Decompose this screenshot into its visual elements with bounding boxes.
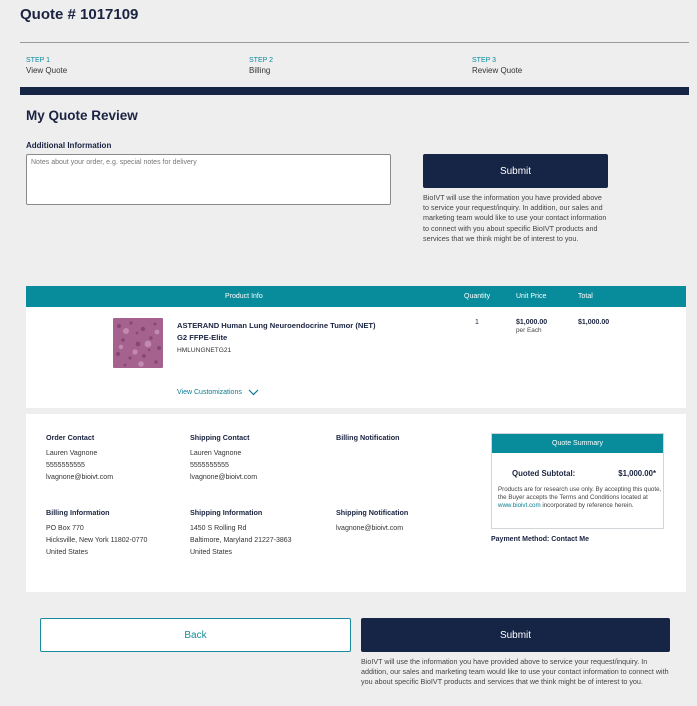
step-2-name: Billing (249, 66, 271, 75)
quote-items-table: Product Info Quantity Unit Price Total A… (26, 286, 686, 408)
step-1-number: STEP 1 (26, 57, 50, 64)
billing-address-country: United States (46, 549, 89, 556)
billing-address-line1: PO Box 770 (46, 525, 84, 532)
subtotal-row: Quoted Subtotal: $1,000.00* (512, 469, 656, 478)
terms-note-text: Products are for research use only. By a… (498, 486, 662, 501)
shipping-address-line1: 1450 S Rolling Rd (190, 525, 247, 532)
shipping-contact: Shipping Contact Lauren Vagnone 55555555… (190, 432, 257, 484)
billing-information: Billing Information PO Box 770 Hicksvill… (46, 507, 147, 559)
page-title: Quote # 1017109 (20, 6, 139, 23)
quote-summary-heading: Quote Summary (492, 434, 663, 453)
shipping-notification-email: lvagnone@bioivt.com (336, 525, 404, 532)
shipping-contact-name: Lauren Vagnone (190, 450, 242, 457)
shipping-information: Shipping Information 1450 S Rolling Rd B… (190, 507, 292, 559)
order-details-panel: Order Contact Lauren Vagnone 5555555555 … (26, 414, 686, 592)
billing-address-line2: Hicksville, New York 11802-0770 (46, 537, 148, 544)
terms-note: Products are for research use only. By a… (498, 486, 662, 510)
quote-summary-box: Quote Summary Quoted Subtotal: $1,000.00… (491, 433, 664, 529)
header-unit-price: Unit Price (516, 293, 547, 300)
step-1-name: View Quote (26, 66, 68, 75)
order-contact-phone: 5555555555 (46, 462, 85, 469)
shipping-address-line2: Baltimore, Maryland 21227-3863 (190, 537, 292, 544)
shipping-notification-heading: Shipping Notification (336, 508, 409, 517)
item-unit-price: $1,000.00 per Each (516, 319, 547, 334)
step-3: STEP 3 Review Quote (472, 57, 522, 75)
billing-notification-heading: Billing Notification (336, 433, 400, 442)
terms-note-end: incorporated by reference herein. (540, 502, 634, 509)
billing-info-heading: Billing Information (46, 508, 110, 517)
progress-bar (20, 87, 689, 95)
item-total: $1,000.00 (578, 319, 610, 326)
table-header: Product Info Quantity Unit Price Total (26, 286, 686, 307)
step-2-number: STEP 2 (249, 57, 273, 64)
divider (20, 42, 689, 43)
order-contact: Order Contact Lauren Vagnone 5555555555 … (46, 432, 113, 484)
header-product-info: Product Info (225, 293, 263, 300)
view-customizations-toggle[interactable]: View Customizations (177, 389, 259, 396)
order-contact-name: Lauren Vagnone (46, 450, 98, 457)
shipping-contact-phone: 5555555555 (190, 462, 229, 469)
disclaimer-text-top: BioIVT will use the information you have… (423, 193, 607, 243)
back-button[interactable]: Back (40, 618, 351, 652)
product-thumbnail[interactable] (113, 318, 163, 368)
step-2: STEP 2 Billing (249, 57, 273, 75)
shipping-address-country: United States (190, 549, 233, 556)
header-total: Total (578, 293, 593, 300)
order-contact-email: lvagnone@bioivt.com (46, 474, 114, 481)
header-quantity: Quantity (464, 293, 491, 300)
shipping-notification: Shipping Notification lvagnone@bioivt.co… (336, 507, 408, 535)
checkout-steps: STEP 1 View Quote STEP 2 Billing STEP 3 … (26, 57, 686, 81)
payment-method: Payment Method: Contact Me (491, 536, 590, 543)
notes-textarea[interactable] (26, 154, 391, 205)
order-contact-heading: Order Contact (46, 433, 95, 442)
billing-notification: Billing Notification (336, 432, 399, 448)
shipping-contact-heading: Shipping Contact (190, 433, 250, 442)
terms-link[interactable]: www.bioivt.com (498, 502, 541, 509)
step-1: STEP 1 View Quote (26, 57, 67, 75)
chevron-down-icon (248, 389, 259, 396)
step-3-name: Review Quote (472, 66, 523, 75)
product-sku: HMLUNGNETG21 (177, 347, 232, 354)
submit-button-top[interactable]: Submit (423, 154, 608, 188)
additional-info-label: Additional Information (26, 141, 112, 150)
shipping-info-heading: Shipping Information (190, 508, 263, 517)
unit-price-value: $1,000.00 (516, 319, 548, 326)
step-3-number: STEP 3 (472, 57, 496, 64)
view-customizations-label: View Customizations (177, 389, 242, 396)
section-heading: My Quote Review (26, 108, 138, 123)
product-name[interactable]: ASTERAND Human Lung Neuroendocrine Tumor… (177, 320, 387, 344)
subtotal-value: $1,000.00* (618, 469, 656, 478)
item-quantity: 1 (475, 319, 479, 326)
subtotal-label: Quoted Subtotal: (512, 469, 576, 478)
unit-price-unit: per Each (516, 327, 542, 334)
submit-button-bottom[interactable]: Submit (361, 618, 670, 652)
shipping-contact-email: lvagnone@bioivt.com (190, 474, 258, 481)
disclaimer-text-bottom: BioIVT will use the information you have… (361, 657, 669, 687)
